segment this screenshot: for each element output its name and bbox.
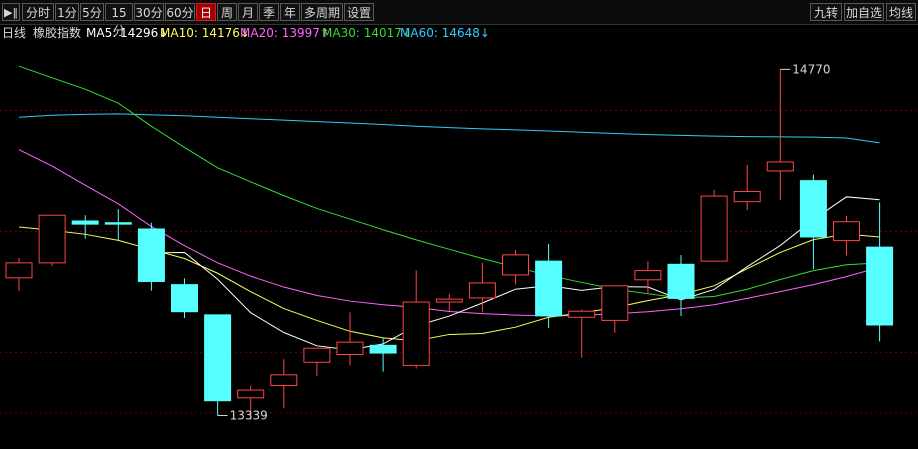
candle-down <box>71 220 99 225</box>
period-tab[interactable]: 30分 <box>134 3 164 21</box>
period-tab[interactable]: 日 <box>196 3 216 21</box>
period-tab[interactable]: 5分 <box>80 3 104 21</box>
ma60-line <box>18 113 880 144</box>
candle-up <box>336 341 364 356</box>
play-pause-icon[interactable]: ▶‖ <box>2 3 20 21</box>
candlestick-chart[interactable]: 14770 13339 <box>0 42 918 449</box>
toolbar-right-button[interactable]: 九转 <box>810 3 842 21</box>
candle-up <box>5 262 33 279</box>
candle-up <box>833 221 860 242</box>
candle-up <box>402 301 430 366</box>
candle-down <box>866 246 894 326</box>
period-tab[interactable]: 季 <box>259 3 279 21</box>
candle-down <box>104 222 132 225</box>
low-price-label: 13339 <box>230 408 268 422</box>
candle-down <box>667 263 695 299</box>
candle-up <box>568 310 596 318</box>
candle-up <box>502 254 529 276</box>
candle-up <box>468 282 496 299</box>
candle-down <box>799 180 827 238</box>
candle-up <box>601 285 629 321</box>
candle-up <box>733 190 761 203</box>
ma30-readout: MA30: 14017↓ <box>322 26 412 40</box>
ma60-readout: MA60: 14648↓ <box>400 26 490 40</box>
candle-down <box>204 314 232 402</box>
candle-up <box>270 374 298 386</box>
ma20-readout: MA20: 13997↑ <box>240 26 330 40</box>
period-tab[interactable]: 60分 <box>165 3 195 21</box>
ma5-text: MA5: 14296↓ <box>86 26 169 40</box>
candle-up <box>634 270 662 281</box>
candle-up <box>237 389 265 399</box>
candle-down <box>535 260 563 317</box>
toolbar: ▶‖ 分时 1分 5分 15分 30分 60分日周月季年多周期 设置 均线 加自选 九转 <box>0 0 918 38</box>
instrument-name: 橡胶指数 <box>33 26 82 40</box>
candle-down <box>171 284 198 313</box>
period-tab[interactable]: 年 <box>280 3 300 21</box>
ma5-readout: MA5: 14296↓ <box>86 24 168 42</box>
candle-up <box>700 195 728 262</box>
candle-up <box>766 161 794 172</box>
candle-up <box>303 347 331 363</box>
period-label: 日线 <box>2 26 27 40</box>
period-tab[interactable]: 多周期 <box>301 3 343 21</box>
period-tab[interactable]: 月 <box>238 3 258 21</box>
ma10-readout: MA10: 14176↓ <box>160 26 250 40</box>
candle-up <box>38 214 66 264</box>
candle-down <box>369 344 397 354</box>
candle-down <box>137 228 165 282</box>
period-tab[interactable]: 设置 <box>344 3 374 21</box>
candle-up <box>435 298 463 303</box>
period-tab[interactable]: 15分 <box>105 3 133 38</box>
period-tab[interactable]: 分时 <box>22 3 54 21</box>
indicator-bar: 日线 橡胶指数 MA5: 14296↓ MA10: 14176↓ MA20: 1… <box>0 24 918 42</box>
toolbar-right-button[interactable]: 均线 <box>886 3 916 21</box>
high-price-label: 14770 <box>792 62 830 76</box>
period-tab[interactable]: 周 <box>217 3 237 21</box>
period-tab[interactable]: 1分 <box>55 3 79 21</box>
toolbar-right-button[interactable]: 加自选 <box>844 3 884 21</box>
